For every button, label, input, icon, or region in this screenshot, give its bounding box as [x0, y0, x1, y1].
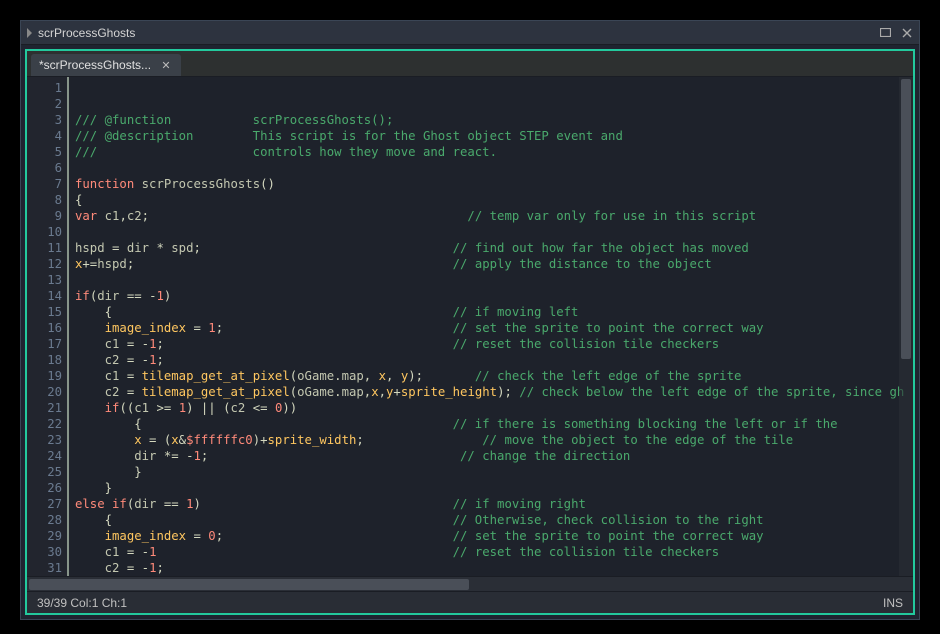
- status-bar: 39/39 Col:1 Ch:1 INS: [27, 591, 913, 613]
- tab-close-icon[interactable]: ✕: [159, 58, 173, 72]
- line-number: 7: [27, 176, 62, 192]
- line-number: 29: [27, 528, 62, 544]
- line-number: 19: [27, 368, 62, 384]
- code-line[interactable]: function scrProcessGhosts(): [75, 176, 913, 192]
- line-number: 21: [27, 400, 62, 416]
- line-number: 23: [27, 432, 62, 448]
- line-number: 5: [27, 144, 62, 160]
- line-number: 13: [27, 272, 62, 288]
- horizontal-scrollbar[interactable]: [27, 576, 913, 591]
- line-number: 8: [27, 192, 62, 208]
- code-line[interactable]: if((c1 >= 1) || (c2 <= 0)): [75, 400, 913, 416]
- status-position: 39/39 Col:1 Ch:1: [37, 596, 127, 610]
- line-number: 1: [27, 80, 62, 96]
- code-line[interactable]: /// @description This script is for the …: [75, 128, 913, 144]
- code-line[interactable]: }: [75, 464, 913, 480]
- line-number: 14: [27, 288, 62, 304]
- tab-bar: *scrProcessGhosts... ✕: [27, 51, 913, 77]
- code-line[interactable]: /// controls how they move and react.: [75, 144, 913, 160]
- line-number: 11: [27, 240, 62, 256]
- code-line[interactable]: /// @function scrProcessGhosts();: [75, 112, 913, 128]
- line-number: 18: [27, 352, 62, 368]
- line-number: 25: [27, 464, 62, 480]
- line-number: 16: [27, 320, 62, 336]
- window-menu-icon[interactable]: [27, 28, 32, 38]
- code-line[interactable]: { // Otherwise, check collision to the r…: [75, 512, 913, 528]
- line-number: 17: [27, 336, 62, 352]
- vertical-scrollbar[interactable]: [899, 77, 913, 576]
- code-line[interactable]: [75, 272, 913, 288]
- line-number: 2: [27, 96, 62, 112]
- code-line[interactable]: [75, 224, 913, 240]
- line-number: 30: [27, 544, 62, 560]
- line-number: 3: [27, 112, 62, 128]
- code-line[interactable]: hspd = dir * spd; // find out how far th…: [75, 240, 913, 256]
- window-title: scrProcessGhosts: [38, 26, 877, 40]
- line-number: 24: [27, 448, 62, 464]
- code-line[interactable]: x = (x&$ffffffc0)+sprite_width; // move …: [75, 432, 913, 448]
- code-line[interactable]: c2 = -1;: [75, 352, 913, 368]
- code-line[interactable]: c2 = tilemap_get_at_pixel(oGame.map,x,y+…: [75, 384, 913, 400]
- line-number: 27: [27, 496, 62, 512]
- code-line[interactable]: x+=hspd; // apply the distance to the ob…: [75, 256, 913, 272]
- code-line[interactable]: image_index = 1; // set the sprite to po…: [75, 320, 913, 336]
- close-button[interactable]: [899, 26, 915, 40]
- line-number: 28: [27, 512, 62, 528]
- code-line[interactable]: dir *= -1; // change the direction: [75, 448, 913, 464]
- line-number: 26: [27, 480, 62, 496]
- editor-frame: *scrProcessGhosts... ✕ 12345678910111213…: [25, 49, 915, 615]
- line-number-gutter: 1234567891011121314151617181920212223242…: [27, 77, 69, 576]
- code-line[interactable]: c1 = -1 // reset the collision tile chec…: [75, 544, 913, 560]
- line-number: 12: [27, 256, 62, 272]
- code-line[interactable]: { // if moving left: [75, 304, 913, 320]
- code-line[interactable]: [75, 160, 913, 176]
- line-number: 31: [27, 560, 62, 576]
- code-line[interactable]: image_index = 0; // set the sprite to po…: [75, 528, 913, 544]
- code-line[interactable]: c1 = tilemap_get_at_pixel(oGame.map, x, …: [75, 368, 913, 384]
- code-line[interactable]: var c1,c2; // temp var only for use in t…: [75, 208, 913, 224]
- line-number: 10: [27, 224, 62, 240]
- line-number: 4: [27, 128, 62, 144]
- tab-script[interactable]: *scrProcessGhosts... ✕: [31, 54, 181, 76]
- code-line[interactable]: c2 = -1;: [75, 560, 913, 576]
- code-line[interactable]: }: [75, 480, 913, 496]
- line-number: 15: [27, 304, 62, 320]
- editor-window: scrProcessGhosts *scrProcessGhosts... ✕ …: [20, 20, 920, 620]
- titlebar[interactable]: scrProcessGhosts: [21, 21, 919, 45]
- maximize-button[interactable]: [877, 26, 893, 40]
- tab-label: *scrProcessGhosts...: [39, 58, 151, 72]
- code-line[interactable]: c1 = -1; // reset the collision tile che…: [75, 336, 913, 352]
- code-line[interactable]: if(dir == -1): [75, 288, 913, 304]
- status-mode: INS: [883, 596, 903, 610]
- line-number: 9: [27, 208, 62, 224]
- line-number: 22: [27, 416, 62, 432]
- code-viewport[interactable]: /// @function scrProcessGhosts();/// @de…: [69, 77, 913, 576]
- code-line[interactable]: {: [75, 192, 913, 208]
- horizontal-scroll-thumb[interactable]: [29, 579, 469, 590]
- line-number: 20: [27, 384, 62, 400]
- vertical-scroll-thumb[interactable]: [901, 79, 911, 359]
- editor-area: 1234567891011121314151617181920212223242…: [27, 77, 913, 576]
- code-line[interactable]: else if(dir == 1) // if moving right: [75, 496, 913, 512]
- line-number: 6: [27, 160, 62, 176]
- code-line[interactable]: { // if there is something blocking the …: [75, 416, 913, 432]
